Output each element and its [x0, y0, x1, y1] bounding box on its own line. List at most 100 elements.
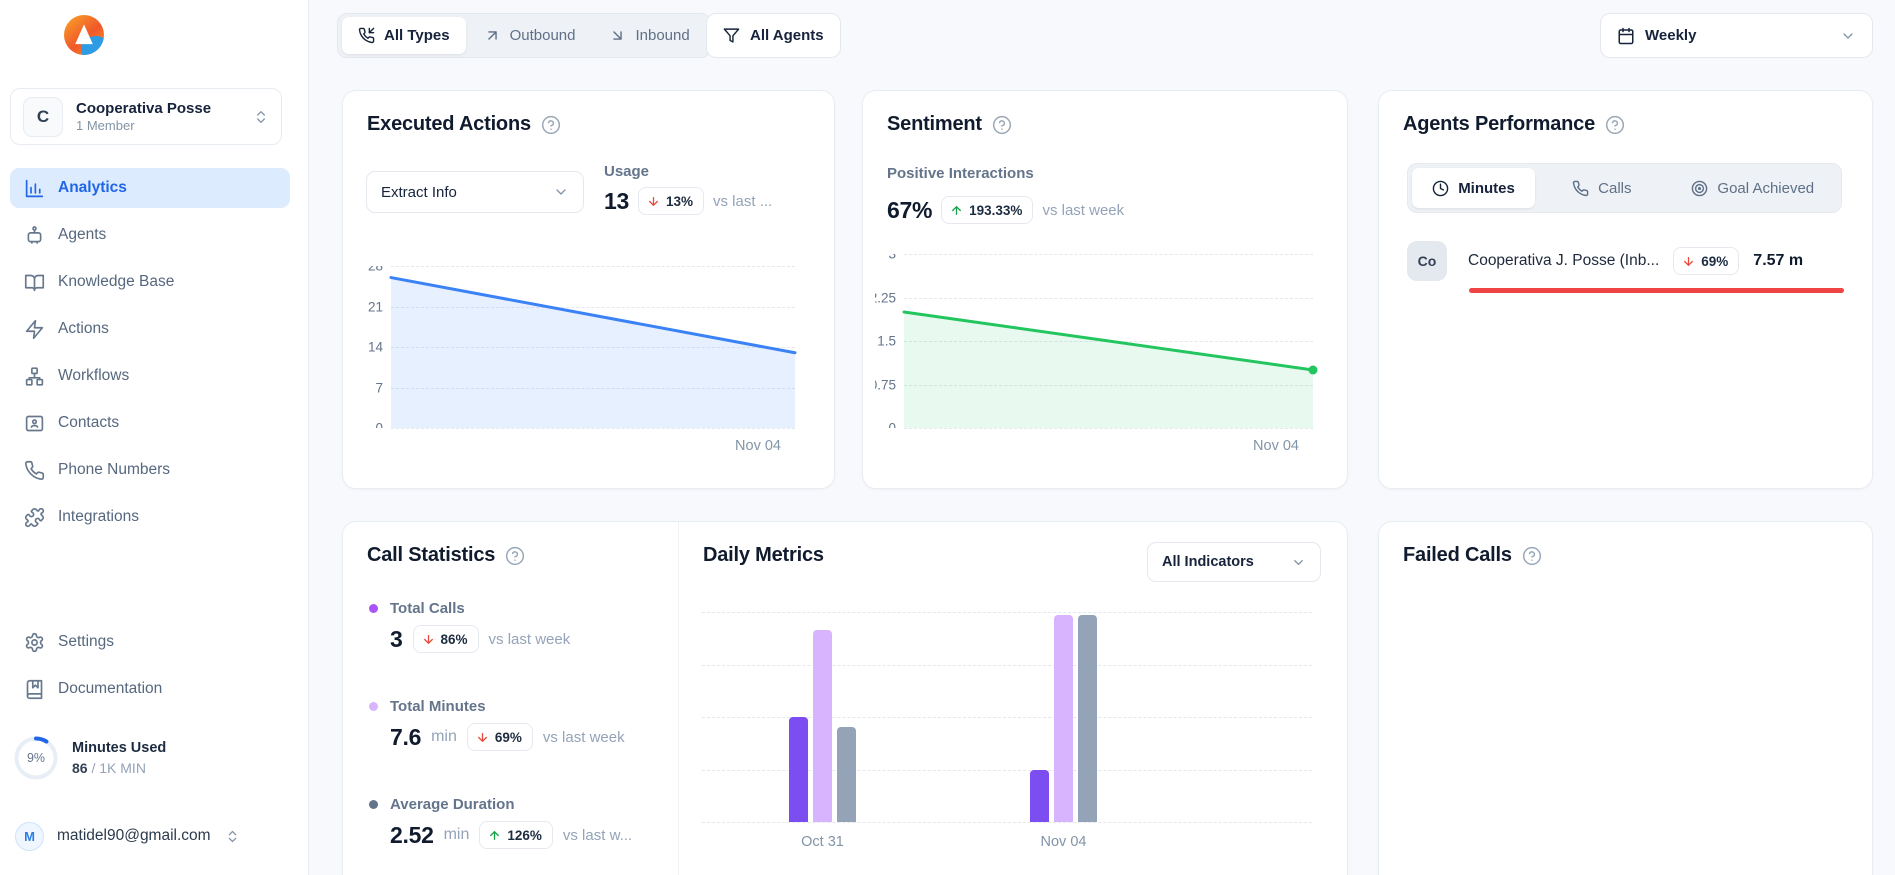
- arrow-up-icon: [950, 204, 963, 217]
- bar-average-duration: [1078, 615, 1097, 822]
- delta-badge: 69%: [466, 723, 533, 751]
- delta-badge: 86%: [412, 625, 479, 653]
- tab-label: Inbound: [635, 27, 690, 44]
- executed-actions-card: Executed Actions Extract Info Usage 13 1…: [342, 90, 835, 489]
- stat-dot: [369, 702, 378, 711]
- phone-icon: [1572, 180, 1589, 197]
- agents-performance-card: Agents Performance Minutes Calls Goal Ac…: [1378, 90, 1873, 489]
- user-avatar: M: [15, 821, 44, 851]
- workspace-members: 1 Member: [76, 118, 135, 134]
- daily-metrics-section: Daily Metrics All Indicators Oct 31 Nov 0…: [678, 522, 1347, 875]
- sidebar-item-agents[interactable]: Agents: [10, 215, 290, 255]
- puzzle-icon: [24, 507, 45, 528]
- agent-name: Cooperativa J. Posse (Inb...: [1468, 252, 1660, 269]
- period-selector[interactable]: Weekly: [1600, 13, 1873, 58]
- stat-dot: [369, 800, 378, 809]
- sentiment-chart: 3 2.25 1.5 0.75 0 Nov 04: [875, 254, 1318, 454]
- sidebar: C Cooperativa Posse 1 Member Analytics A…: [0, 0, 309, 875]
- tab-calls[interactable]: Calls: [1537, 168, 1667, 208]
- x-axis-label: Nov 04: [1253, 438, 1299, 454]
- daily-metrics-title: Daily Metrics: [703, 544, 824, 566]
- stat-label: Average Duration: [390, 796, 515, 813]
- workspace-selector[interactable]: C Cooperativa Posse 1 Member: [10, 88, 282, 145]
- all-agents-filter-button[interactable]: All Agents: [706, 13, 841, 58]
- y-tick-label: 21: [367, 299, 383, 314]
- sentiment-summary: 67% 193.33% vs last week: [887, 196, 1124, 224]
- chevrons-up-down-icon: [225, 829, 240, 844]
- agent-performance-row[interactable]: Co Cooperativa J. Posse (Inb... 69% 7.57…: [1407, 241, 1844, 281]
- sidebar-item-documentation[interactable]: Documentation: [10, 669, 290, 709]
- funnel-icon: [723, 27, 740, 44]
- minutes-quota: / 1K MIN: [91, 760, 146, 776]
- bar-total-calls: [789, 717, 808, 822]
- help-icon[interactable]: [992, 115, 1012, 135]
- x-axis-label: Oct 31: [801, 834, 844, 850]
- agent-avatar: Co: [1407, 241, 1447, 281]
- sidebar-item-actions[interactable]: Actions: [10, 309, 290, 349]
- stat-value: 2.52: [390, 821, 434, 848]
- call-statistics-card: Call Statistics Total Calls 3 86% vs las…: [342, 521, 1348, 875]
- agent-minutes-value: 7.57 m: [1753, 252, 1804, 269]
- tab-minutes[interactable]: Minutes: [1412, 168, 1536, 208]
- help-icon[interactable]: [541, 115, 561, 135]
- help-icon[interactable]: [505, 546, 525, 566]
- sidebar-item-settings[interactable]: Settings: [10, 622, 290, 662]
- usage-value: 13: [604, 187, 629, 214]
- tab-outbound[interactable]: Outbound: [468, 17, 592, 54]
- agent-usage-bar: [1469, 288, 1844, 293]
- y-tick-label: 2.25: [875, 290, 896, 305]
- y-axis-labels: 28 21 14 7 0: [353, 266, 383, 428]
- tab-goal-achieved[interactable]: Goal Achieved: [1669, 168, 1837, 208]
- stat-unit: min: [431, 728, 457, 745]
- selected-action: Extract Info: [381, 183, 457, 201]
- minutes-used-label: Minutes Used: [72, 740, 167, 756]
- calendar-icon: [1617, 27, 1635, 45]
- sidebar-item-contacts[interactable]: Contacts: [10, 403, 290, 443]
- y-tick-label: 0: [888, 420, 896, 429]
- comparison-label: vs last week: [488, 630, 571, 648]
- sidebar-item-label: Settings: [58, 633, 115, 650]
- stat-value: 3: [390, 625, 403, 652]
- minutes-used-widget: 9% Minutes Used 86 / 1K MIN: [12, 730, 282, 786]
- sidebar-item-label: Integrations: [58, 508, 139, 525]
- tab-inbound[interactable]: Inbound: [593, 17, 705, 54]
- gridline: [702, 822, 1312, 823]
- action-type-select[interactable]: Extract Info: [366, 171, 584, 213]
- gridline: [391, 428, 795, 429]
- bot-icon: [24, 225, 45, 246]
- phone-incoming-icon: [358, 27, 375, 44]
- call-type-filter: All Types Outbound Inbound: [337, 13, 711, 58]
- sidebar-item-phone-numbers[interactable]: Phone Numbers: [10, 450, 290, 490]
- arrow-down-icon: [1682, 255, 1695, 268]
- bar-total-minutes: [1054, 615, 1073, 822]
- y-tick-label: 3: [888, 254, 896, 262]
- help-icon[interactable]: [1605, 115, 1625, 135]
- stat-dot: [369, 604, 378, 613]
- sidebar-item-label: Analytics: [58, 179, 127, 196]
- sidebar-item-integrations[interactable]: Integrations: [10, 497, 290, 537]
- indicator-select[interactable]: All Indicators: [1147, 542, 1321, 582]
- sidebar-nav-secondary: Settings Documentation: [10, 622, 290, 709]
- tab-label: Calls: [1598, 179, 1632, 197]
- user-account-menu[interactable]: M matidel90@gmail.com: [0, 812, 308, 860]
- tab-all-types[interactable]: All Types: [342, 17, 466, 54]
- arrow-down-icon: [647, 195, 660, 208]
- y-tick-label: 0: [375, 420, 383, 429]
- tab-label: Goal Achieved: [1717, 179, 1815, 197]
- chevron-down-icon: [1291, 555, 1306, 570]
- chevron-down-icon: [1840, 28, 1856, 44]
- sidebar-item-label: Workflows: [58, 367, 130, 384]
- stat-unit: min: [443, 826, 470, 843]
- sidebar-item-workflows[interactable]: Workflows: [10, 356, 290, 396]
- sidebar-item-analytics[interactable]: Analytics: [10, 168, 290, 208]
- analytics-dashboard: C Cooperativa Posse 1 Member Analytics A…: [0, 0, 1895, 875]
- sidebar-item-label: Documentation: [58, 680, 163, 697]
- sidebar-item-knowledge-base[interactable]: Knowledge Base: [10, 262, 290, 302]
- comparison-label: vs last w...: [562, 826, 633, 844]
- help-icon[interactable]: [1522, 546, 1542, 566]
- book-icon: [24, 679, 45, 700]
- sidebar-nav: Analytics Agents Knowledge Base Actions …: [10, 168, 290, 537]
- minutes-percent: 9%: [26, 751, 46, 765]
- x-axis-label: Nov 04: [1040, 834, 1087, 850]
- stat-average-duration: Average Duration 2.52 min 126% vs last w…: [369, 796, 632, 849]
